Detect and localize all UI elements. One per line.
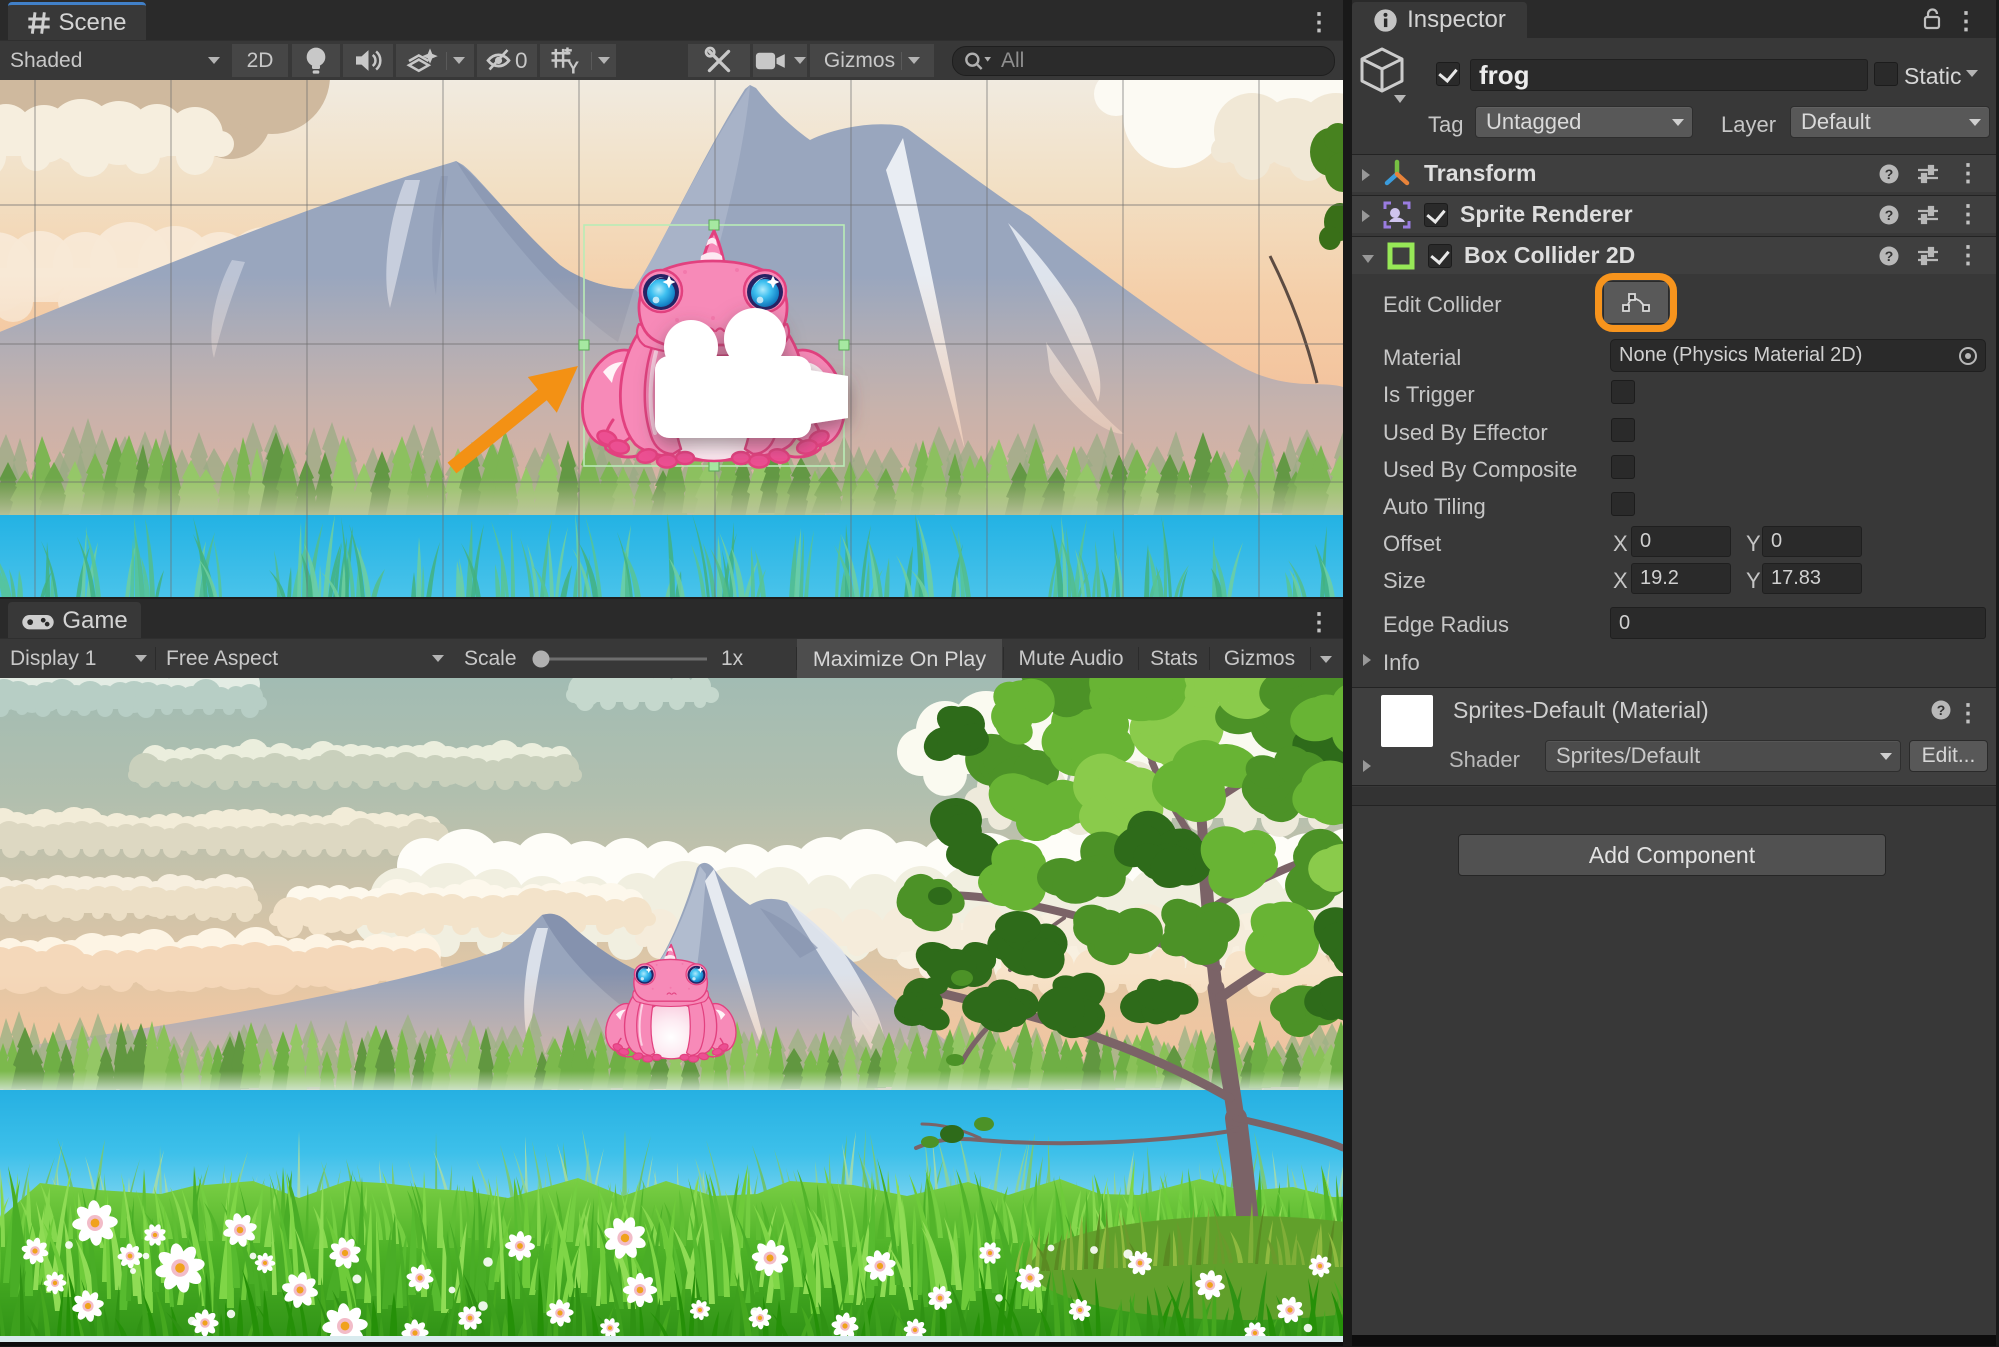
- svg-text:0: 0: [515, 48, 528, 73]
- svg-text:Y: Y: [567, 58, 579, 75]
- svg-text:?: ?: [1937, 702, 1946, 718]
- svg-text:?: ?: [1885, 248, 1894, 264]
- svg-text:?: ?: [1885, 207, 1894, 223]
- svg-text:?: ?: [1885, 166, 1894, 182]
